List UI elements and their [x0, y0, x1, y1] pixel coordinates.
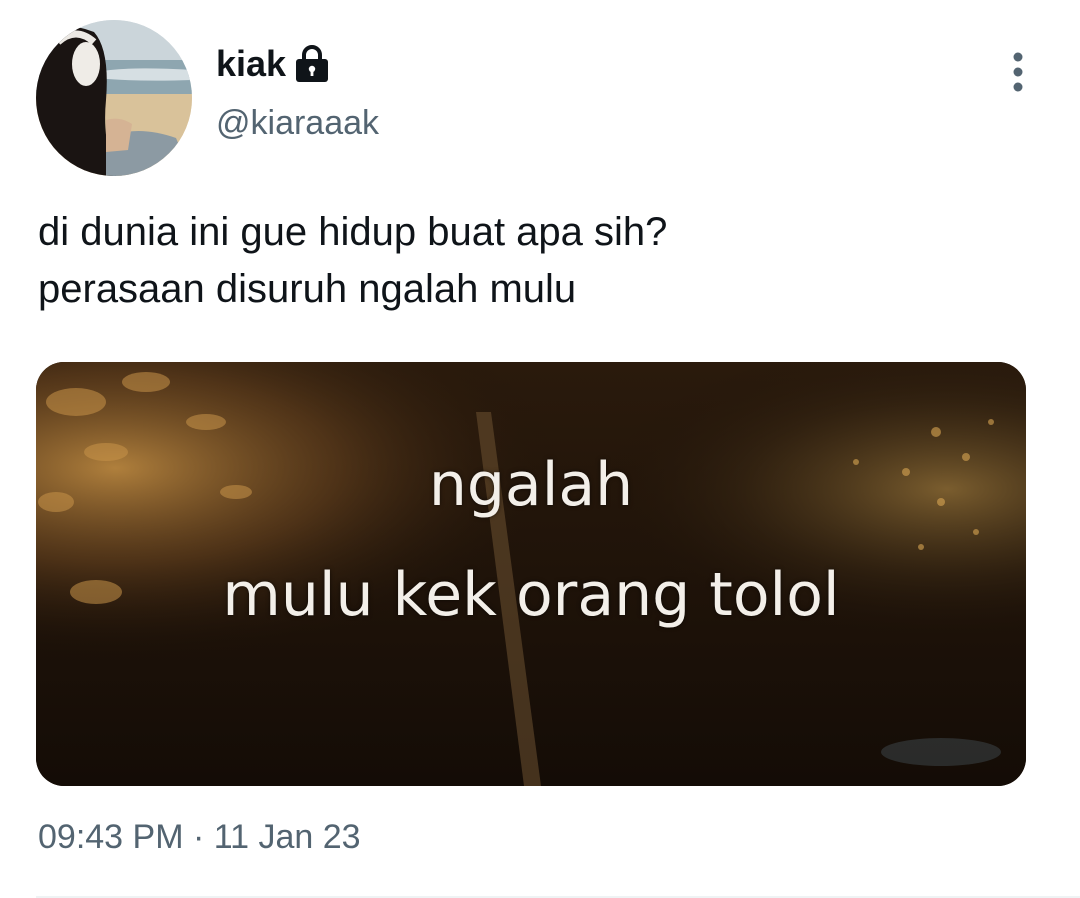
more-vertical-icon [1013, 52, 1023, 92]
tweet-text: di dunia ini gue hidup buat apa sih? per… [38, 204, 1038, 318]
tweet-text-line: di dunia ini gue hidup buat apa sih? [38, 210, 668, 254]
timestamp-separator: · [192, 818, 205, 856]
author-name-row: kiak [216, 40, 330, 88]
more-options-button[interactable] [996, 48, 1040, 96]
author-handle[interactable]: @kiaraaak [216, 104, 379, 143]
tweet-date[interactable]: 11 Jan 23 [214, 818, 361, 856]
display-name[interactable]: kiak [216, 43, 286, 85]
avatar[interactable] [36, 20, 192, 176]
tweet-text-line: perasaan disuruh ngalah mulu [38, 267, 577, 311]
tweet-media[interactable]: ngalah mulu kek orang tolol [36, 362, 1026, 786]
tweet: kiak @kiaraaak di dunia ini gue hidup bu… [0, 0, 1080, 898]
media-caption-line: ngalah [428, 450, 634, 520]
tweet-time[interactable]: 09:43 PM [38, 818, 184, 856]
avatar-image [36, 20, 192, 176]
media-caption-line: mulu kek orang tolol [222, 560, 840, 630]
lock-icon [294, 44, 330, 84]
timestamp-row: 09:43 PM · 11 Jan 23 [38, 818, 361, 857]
